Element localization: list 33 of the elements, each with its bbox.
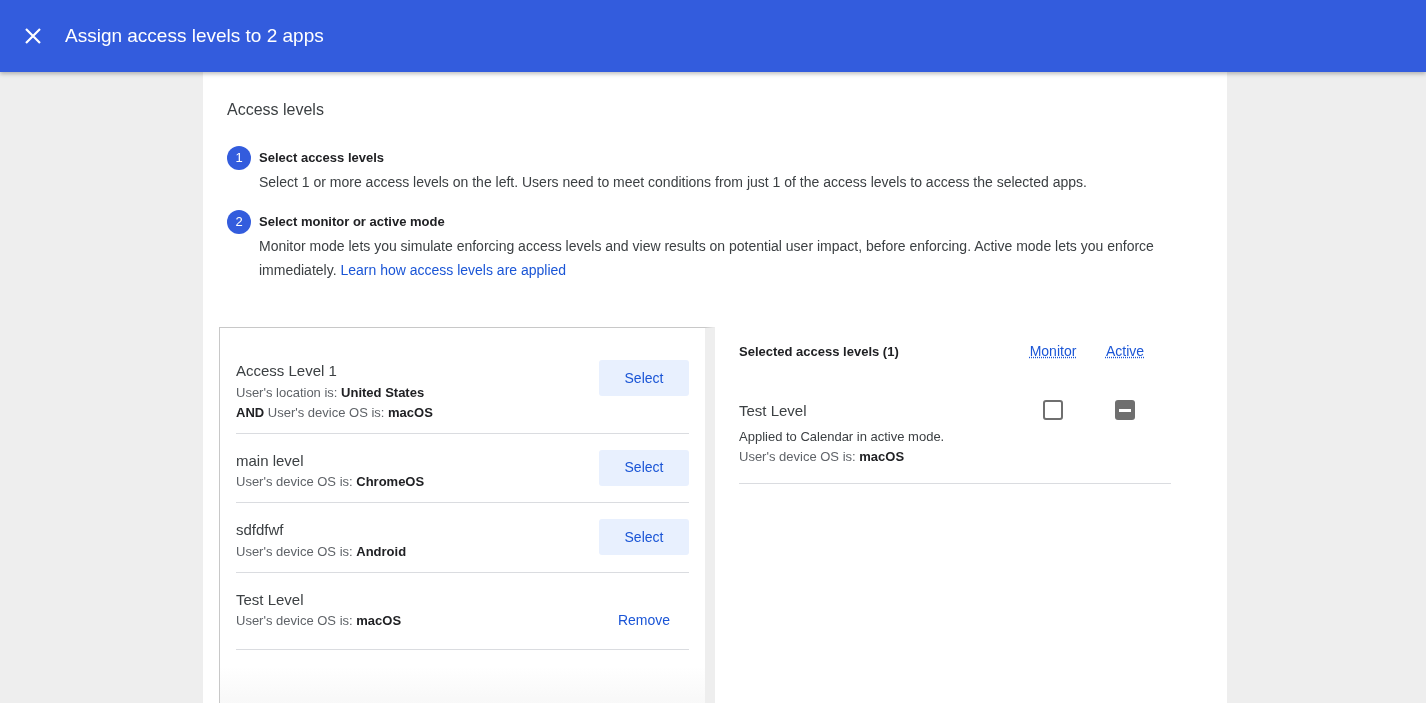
help-link[interactable]: Learn how access levels are applied [340, 262, 567, 278]
select-button[interactable]: Select [599, 449, 689, 486]
condition-text: AND User's device OS is: macOS [236, 403, 433, 422]
level-name: Access Level 1 [236, 361, 338, 381]
checkbox[interactable] [1043, 400, 1063, 420]
condition-text: User's device OS is: Android [236, 542, 407, 561]
close-button[interactable] [23, 26, 43, 46]
section-title: Access levels [227, 100, 325, 120]
step-description: Monitor mode lets you simulate enforcing access levels and view results on potential user impact, before enforcing. Active mode lets you enforce immediately. Learn how access levels are applied [259, 237, 1155, 280]
level-name: main level [236, 450, 305, 471]
remove-link[interactable]: Remove [599, 602, 689, 639]
level-name: sdfdfwf [236, 520, 285, 540]
step-description: Select 1 or more access levels on the left. Users need to meet conditions from just 1 of the access levels to access the selected apps. [259, 173, 1087, 192]
applied-note: Applied to Calendar in active mode. [739, 427, 946, 446]
close-icon [23, 26, 43, 46]
select-button[interactable]: Select [599, 519, 689, 555]
column-header-link[interactable]: Active [1089, 341, 1161, 362]
condition-text: User's device OS is: ChromeOS [236, 473, 425, 491]
condition-text: User's device OS is: macOS [236, 612, 402, 630]
step-number: 1 [227, 146, 251, 170]
level-name: Test Level [739, 401, 808, 421]
dash-icon [1119, 408, 1131, 412]
select-button[interactable]: Select [599, 360, 689, 396]
panel-title: Selected access levels (1) [739, 342, 900, 361]
level-name: Test Level [236, 589, 305, 610]
column-header-link[interactable]: Monitor [1017, 341, 1089, 362]
condition-text: User's location is: United States [236, 383, 426, 402]
condition-text: User's device OS is: macOS [739, 447, 906, 466]
step-number: 2 [227, 210, 251, 234]
dialog-title: Assign access levels to 2 apps [65, 23, 324, 48]
step-title: Select monitor or active mode [259, 213, 446, 231]
step-title: Select access levels [259, 149, 386, 167]
checkbox[interactable] [1115, 400, 1135, 420]
